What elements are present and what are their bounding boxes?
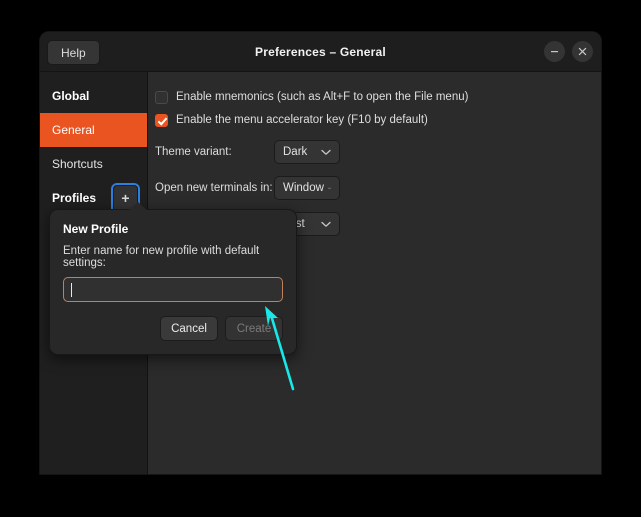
enable-mnemonics-checkbox[interactable] <box>155 91 168 104</box>
sidebar-item-general-label: General <box>52 123 95 137</box>
page-title: Preferences – General <box>40 32 601 71</box>
new-profile-actions: Cancel Create <box>63 316 283 341</box>
enable-accelerator-checkbox[interactable] <box>155 114 168 127</box>
checkbox-row-mnemonics[interactable]: Enable mnemonics (such as Alt+F to open … <box>155 86 601 108</box>
sidebar-item-general[interactable]: General <box>40 113 147 147</box>
option-row-theme-variant: Theme variant: Dark <box>155 137 601 167</box>
help-button[interactable]: Help <box>47 40 100 65</box>
theme-variant-label: Theme variant: <box>155 146 274 158</box>
sidebar-section-profiles-label: Profiles <box>52 191 96 205</box>
minimize-button[interactable] <box>544 41 565 62</box>
theme-variant-value: Dark <box>283 146 307 158</box>
create-button[interactable]: Create <box>225 316 283 341</box>
enable-mnemonics-label: Enable mnemonics (such as Alt+F to open … <box>176 91 468 103</box>
sidebar-section-global-label: Global <box>52 89 89 103</box>
sidebar-item-shortcuts-label: Shortcuts <box>52 157 103 171</box>
theme-variant-dropdown[interactable]: Dark <box>274 140 340 164</box>
popover-tail <box>129 202 147 210</box>
chevron-down-icon <box>321 221 331 228</box>
cancel-button[interactable]: Cancel <box>160 316 218 341</box>
create-button-label: Create <box>237 323 272 335</box>
chevron-down-icon <box>321 149 331 156</box>
chevron-down-icon <box>328 185 331 192</box>
text-caret <box>71 283 72 297</box>
new-profile-description: Enter name for new profile with default … <box>63 245 283 269</box>
open-new-terminals-label: Open new terminals in: <box>155 182 274 194</box>
option-row-open-new-terminals: Open new terminals in: Window <box>155 173 601 203</box>
close-button[interactable] <box>572 41 593 62</box>
new-profile-popover: New Profile Enter name for new profile w… <box>49 209 297 355</box>
sidebar-section-global: Global <box>40 79 147 113</box>
close-icon <box>578 47 587 56</box>
window-titlebar: Help Preferences – General <box>40 32 601 72</box>
checkbox-row-accelerator[interactable]: Enable the menu accelerator key (F10 by … <box>155 109 601 131</box>
new-profile-name-input[interactable] <box>63 277 283 302</box>
enable-accelerator-label: Enable the menu accelerator key (F10 by … <box>176 114 428 126</box>
new-profile-title: New Profile <box>63 222 283 236</box>
window-controls <box>544 41 593 62</box>
minimize-icon <box>550 47 559 56</box>
cancel-button-label: Cancel <box>171 323 207 335</box>
open-new-terminals-dropdown[interactable]: Window <box>274 176 340 200</box>
open-new-terminals-value: Window <box>283 182 324 194</box>
help-button-label: Help <box>61 46 86 60</box>
screen: Help Preferences – General <box>0 0 641 517</box>
sidebar-item-shortcuts[interactable]: Shortcuts <box>40 147 147 181</box>
